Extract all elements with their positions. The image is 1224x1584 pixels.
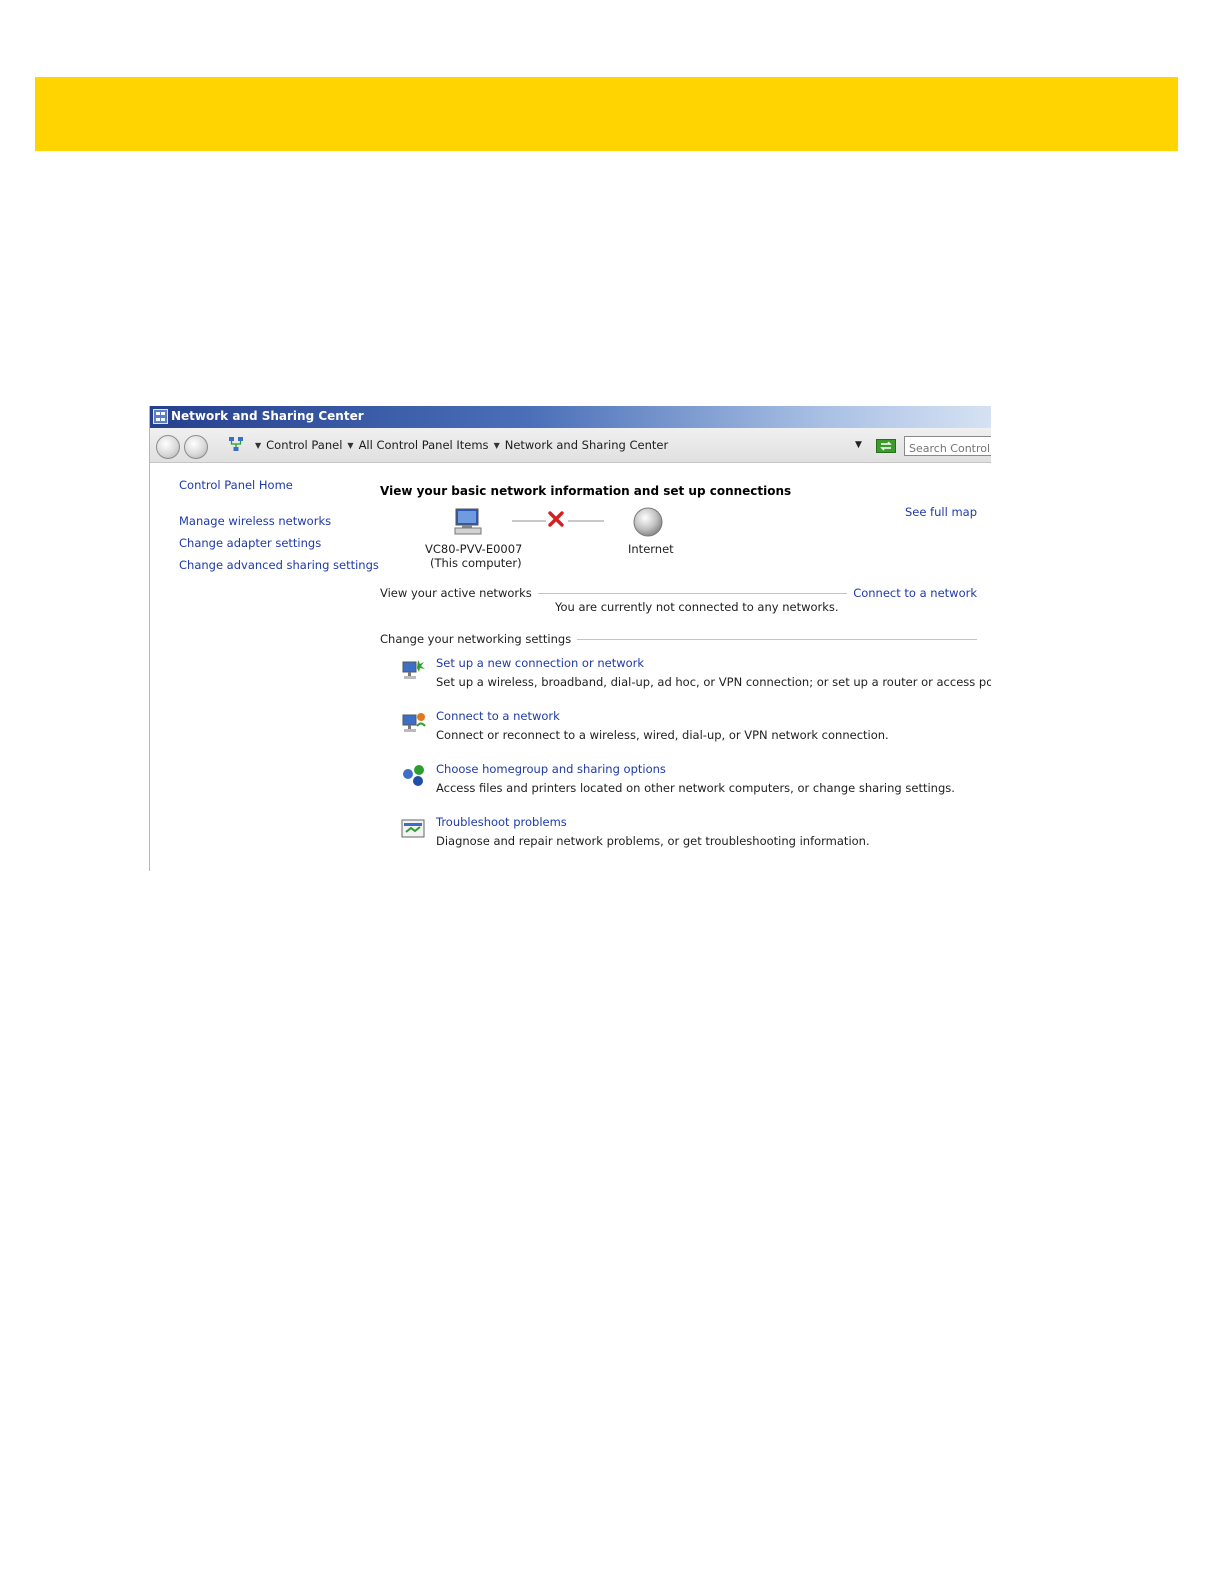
address-dropdown-icon[interactable]: ▼ bbox=[855, 440, 862, 450]
connection-line-right bbox=[568, 520, 604, 522]
task-connect-network-link[interactable]: Connect to a network bbox=[436, 709, 560, 723]
control-panel-icon bbox=[228, 436, 244, 456]
task-new-connection-desc: Set up a wireless, broadband, dial-up, a… bbox=[436, 675, 991, 689]
page-title: View your basic network information and … bbox=[380, 484, 792, 498]
address-bar: ▼ Control Panel ▼ All Control Panel Items ▼ N… bbox=[150, 428, 991, 463]
task-troubleshoot-desc: Diagnose and repair network problems, or… bbox=[436, 834, 870, 848]
breadcrumb-control-panel[interactable]: Control Panel bbox=[266, 438, 342, 452]
sidebar-item-advanced-sharing[interactable]: Change advanced sharing settings bbox=[179, 558, 379, 572]
task-homegroup-desc: Access files and printers located on oth… bbox=[436, 781, 955, 795]
homegroup-icon bbox=[400, 762, 428, 793]
chevron-down-icon[interactable]: ▼ bbox=[494, 441, 500, 450]
title-bar: Network and Sharing Center bbox=[150, 406, 991, 428]
sidebar-item-adapter-settings[interactable]: Change adapter settings bbox=[179, 536, 321, 550]
sidebar-control-panel-home[interactable]: Control Panel Home bbox=[179, 478, 293, 492]
new-connection-icon bbox=[400, 656, 428, 687]
chevron-down-icon[interactable]: ▼ bbox=[347, 441, 353, 450]
network-status-text: You are currently not connected to any n… bbox=[555, 600, 839, 614]
troubleshoot-icon bbox=[400, 815, 428, 846]
sidebar-item-manage-wireless[interactable]: Manage wireless networks bbox=[179, 514, 331, 528]
header-banner bbox=[35, 77, 1178, 151]
computer-name: VC80-PVV-E0007 bbox=[425, 542, 523, 556]
connect-network-icon bbox=[400, 709, 428, 740]
disconnected-x-icon[interactable] bbox=[547, 510, 565, 531]
active-networks-title: View your active networks bbox=[380, 586, 538, 600]
breadcrumb: ▼ Control Panel ▼ All Control Panel Items ▼ N… bbox=[250, 438, 668, 452]
search-box[interactable] bbox=[904, 436, 991, 457]
task-troubleshoot: Troubleshoot problems Diagnose and repai… bbox=[400, 815, 980, 859]
task-new-connection-link[interactable]: Set up a new connection or network bbox=[436, 656, 644, 670]
task-troubleshoot-link[interactable]: Troubleshoot problems bbox=[436, 815, 567, 829]
chevron-down-icon[interactable]: ▼ bbox=[255, 441, 261, 450]
connection-line-left bbox=[512, 520, 546, 522]
breadcrumb-all-items[interactable]: All Control Panel Items bbox=[359, 438, 489, 452]
task-connect-network: Connect to a network Connect or reconnec… bbox=[400, 709, 980, 753]
computer-subtitle: (This computer) bbox=[430, 556, 522, 570]
back-button[interactable] bbox=[156, 435, 180, 459]
internet-label: Internet bbox=[628, 542, 674, 556]
settings-title: Change your networking settings bbox=[380, 632, 578, 646]
window-title: Network and Sharing Center bbox=[171, 409, 364, 423]
breadcrumb-network-center[interactable]: Network and Sharing Center bbox=[505, 438, 668, 452]
task-new-connection: Set up a new connection or network Set u… bbox=[400, 656, 991, 700]
task-homegroup: Choose homegroup and sharing options Acc… bbox=[400, 762, 980, 806]
network-app-icon bbox=[153, 409, 168, 428]
computer-icon[interactable] bbox=[452, 506, 484, 539]
see-full-map-link[interactable]: See full map bbox=[905, 505, 977, 519]
network-sharing-window: Network and Sharing Center ▼ Control Pane… bbox=[149, 406, 991, 871]
task-connect-network-desc: Connect or reconnect to a wireless, wire… bbox=[436, 728, 889, 742]
globe-icon[interactable] bbox=[632, 506, 664, 541]
connect-to-network-link[interactable]: Connect to a network bbox=[847, 586, 977, 600]
task-homegroup-link[interactable]: Choose homegroup and sharing options bbox=[436, 762, 666, 776]
refresh-button[interactable] bbox=[876, 439, 896, 453]
search-input[interactable] bbox=[905, 440, 991, 457]
forward-button[interactable] bbox=[184, 435, 208, 459]
